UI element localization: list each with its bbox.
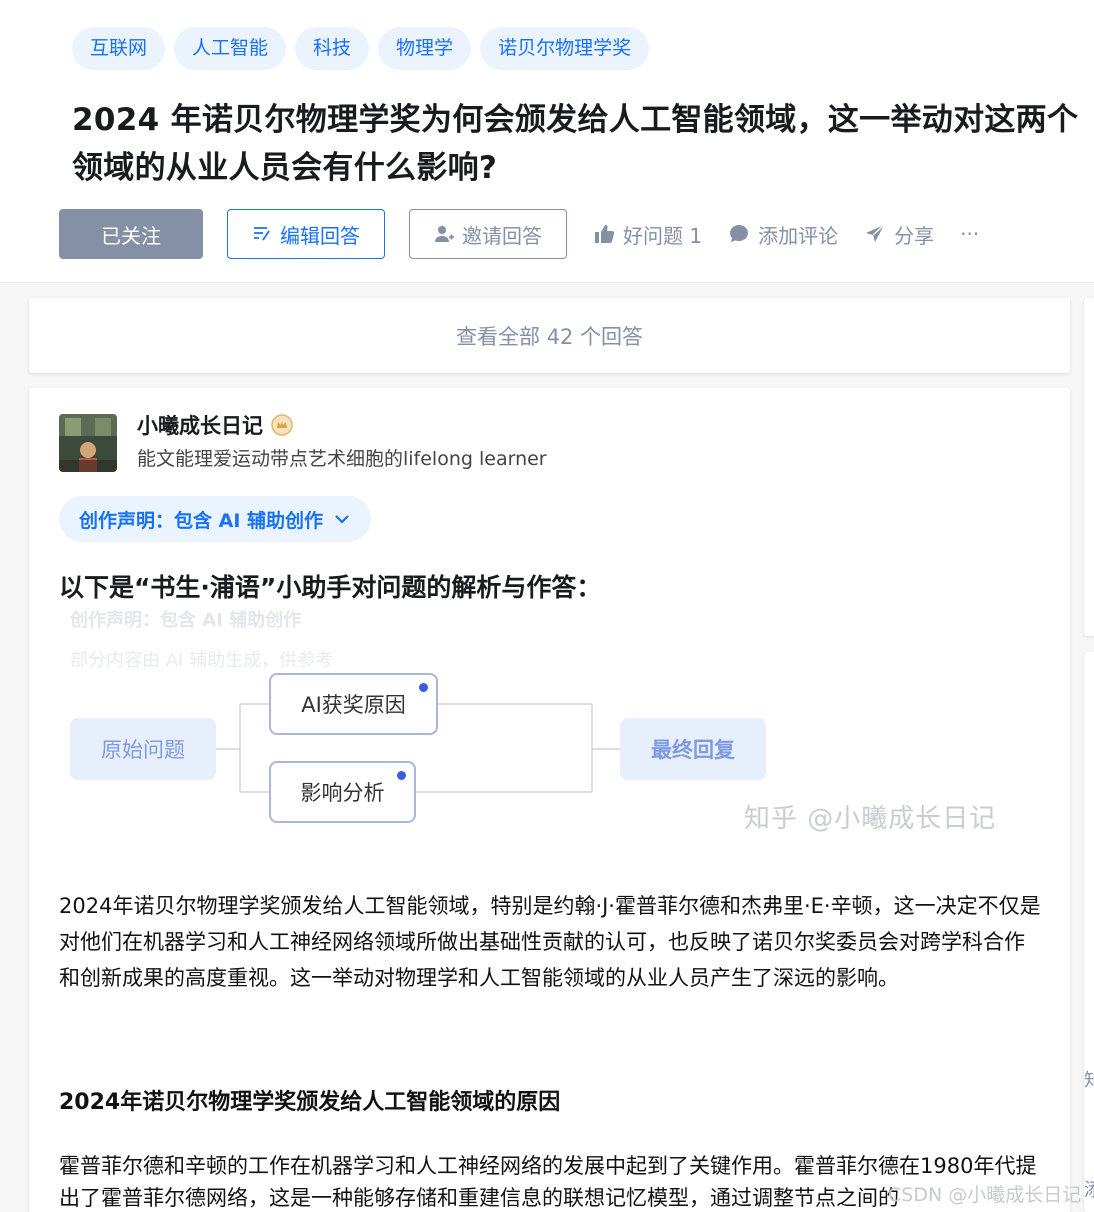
answer-paragraph: 2024年诺贝尔物理学奖颁发给人工智能领域，特别是约翰·J·霍普菲尔德和杰弗里·…	[59, 894, 1041, 990]
invite-answer-label: 邀请回答	[462, 223, 542, 248]
creation-statement-toggle[interactable]: 创作声明：包含 AI 辅助创作	[59, 496, 372, 542]
topic-tags: 互联网 人工智能 科技 物理学 诺贝尔物理学奖	[72, 27, 650, 70]
view-all-answers-link[interactable]: 查看全部 42 个回答	[29, 298, 1070, 373]
topic-tag[interactable]: 科技	[295, 27, 370, 70]
sidebar-label: 知	[1084, 1070, 1094, 1091]
question-header: 互联网 人工智能 科技 物理学 诺贝尔物理学奖 2024 年诺贝尔物理学奖为何会…	[0, 0, 1094, 283]
mindmap-final-node: 最终回复	[620, 718, 766, 780]
mindmap-node-label: AI获奖原因	[301, 693, 406, 717]
add-comment-label: 添加评论	[758, 223, 839, 248]
invite-user-icon	[434, 224, 454, 244]
good-question-button[interactable]: 好问题 1	[593, 220, 702, 249]
answer-intro-heading: 以下是“书生·浦语”小助手对问题的解析与作答：	[59, 573, 602, 602]
topic-tag[interactable]: 人工智能	[174, 27, 287, 70]
share-button[interactable]: 分享	[864, 220, 934, 249]
topic-tag[interactable]: 物理学	[378, 27, 472, 70]
mindmap-root-node: 原始问题	[70, 718, 216, 780]
sidebar-card	[1084, 298, 1094, 636]
author-bio: 能文能理爱运动带点艺术细胞的lifelong learner	[137, 448, 547, 470]
topic-tag[interactable]: 互联网	[72, 27, 166, 70]
add-comment-button[interactable]: 添加评论	[728, 220, 838, 249]
mindmap-node-impact: 影响分析	[269, 761, 416, 823]
share-icon	[864, 223, 886, 245]
edit-answer-label: 编辑回答	[280, 223, 360, 248]
edit-answer-button[interactable]: 编辑回答	[227, 209, 385, 259]
creator-badge-icon	[271, 414, 293, 436]
creation-statement-text: 创作声明：包含 AI 辅助创作	[79, 509, 324, 532]
faded-statement-text: 创作声明：包含 AI 辅助创作	[70, 610, 302, 631]
share-label: 分享	[894, 223, 935, 248]
section-heading: 2024年诺贝尔物理学奖颁发给人工智能领域的原因	[59, 1090, 561, 1115]
node-dot-icon	[397, 771, 406, 780]
author-name[interactable]: 小曦成长日记	[137, 410, 293, 440]
chevron-down-icon	[333, 510, 351, 528]
comment-icon	[728, 223, 750, 245]
mindmap-image: 原始问题 AI获奖原因 影响分析 最终回复 知乎 @小曦成长日记	[59, 666, 1049, 836]
good-question-label: 好问题 1	[623, 223, 703, 248]
thumbs-up-icon	[593, 223, 615, 245]
sidebar-label: 添	[1084, 1180, 1094, 1201]
csdn-watermark: CSDN @小曦成长日记	[888, 1184, 1082, 1206]
question-title: 2024 年诺贝尔物理学奖为何会颁发给人工智能领域，这一举动对这两个领域的从业人…	[72, 102, 1079, 186]
invite-answer-button[interactable]: 邀请回答	[409, 209, 567, 259]
mindmap-node-ai-reason: AI获奖原因	[269, 673, 438, 735]
follow-button[interactable]: 已关注	[59, 209, 203, 259]
question-actions: 已关注 编辑回答 邀请回答 好问题 1 添加评论 分享 ···	[59, 209, 979, 259]
sidebar-card	[1084, 652, 1094, 1212]
node-dot-icon	[419, 683, 428, 692]
answer-card: 小曦成长日记 能文能理爱运动带点艺术细胞的lifelong learner 创作…	[29, 388, 1070, 1212]
mindmap-node-label: 影响分析	[300, 781, 385, 805]
topic-tag[interactable]: 诺贝尔物理学奖	[480, 27, 650, 70]
more-button[interactable]: ···	[960, 222, 979, 246]
author-name-text: 小曦成长日记	[137, 414, 263, 438]
author-avatar[interactable]	[59, 414, 117, 472]
image-watermark: 知乎 @小曦成长日记	[744, 804, 997, 834]
edit-icon	[252, 224, 272, 244]
